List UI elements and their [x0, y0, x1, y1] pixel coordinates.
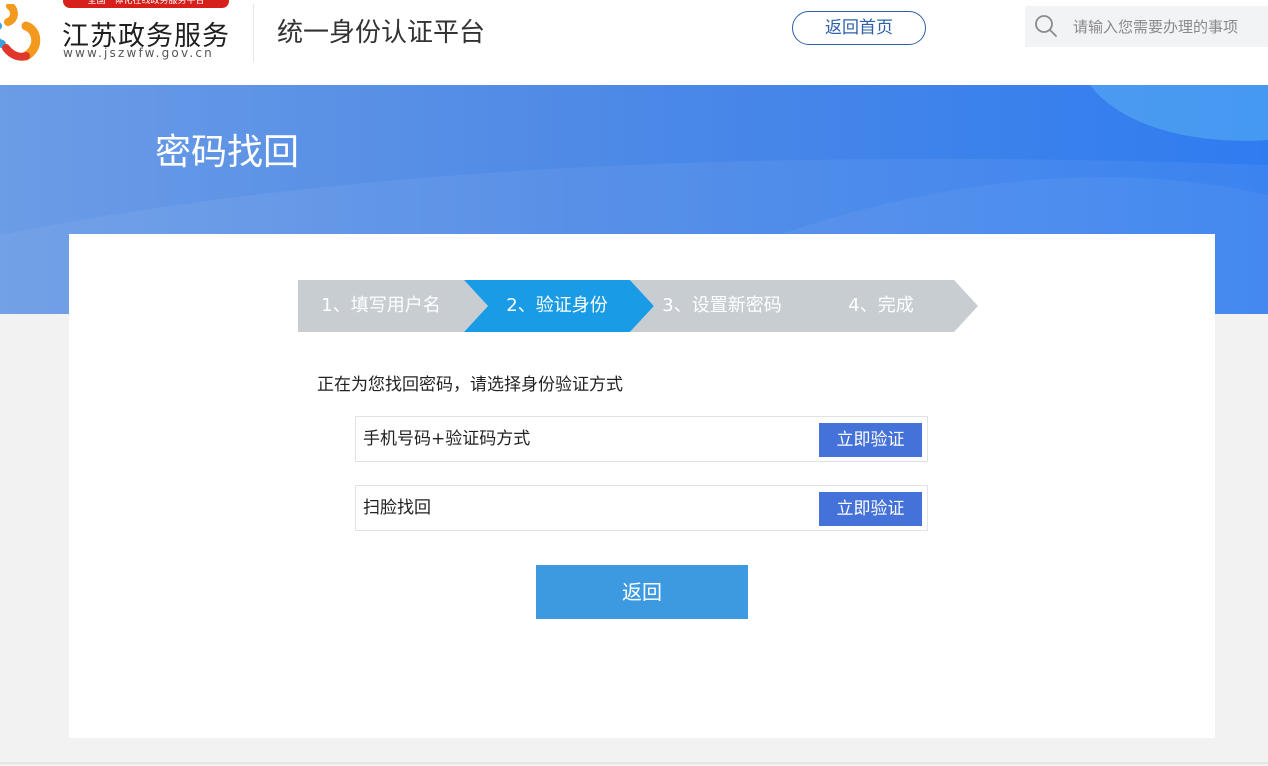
top-header: 全国一体化在线政务服务平台 江苏政务服务 www.jszwfw.gov.cn 统… — [0, 0, 1268, 85]
search-input[interactable] — [1073, 6, 1268, 47]
step-2-label: 2、验证身份 — [506, 295, 608, 316]
footer-divider — [0, 762, 1268, 764]
page-title: 密码找回 — [155, 132, 300, 173]
search-box — [1025, 6, 1268, 47]
step-4: 4、完成 — [788, 280, 978, 332]
method-phone-label: 手机号码+验证码方式 — [363, 429, 531, 449]
method-face: 扫脸找回 立即验证 — [355, 485, 928, 531]
back-button[interactable]: 返回 — [536, 565, 748, 619]
method-phone: 手机号码+验证码方式 立即验证 — [355, 416, 928, 462]
step-4-label: 4、完成 — [848, 295, 914, 316]
step-progress: 1、填写用户名 2、验证身份 3、设置新密码 4、完成 — [298, 280, 978, 332]
recovery-card: 1、填写用户名 2、验证身份 3、设置新密码 4、完成 正在为您找回密码，请选择… — [69, 234, 1215, 738]
step-1-label: 1、填写用户名 — [321, 295, 441, 316]
logo-slogan: 全国一体化在线政务服务平台 — [63, 0, 229, 8]
header-divider — [253, 4, 254, 62]
verification-prompt: 正在为您找回密码，请选择身份验证方式 — [317, 375, 623, 395]
home-button[interactable]: 返回首页 — [792, 11, 926, 45]
search-icon[interactable] — [1033, 13, 1059, 39]
method-face-label: 扫脸找回 — [363, 498, 431, 518]
step-3-label: 3、设置新密码 — [662, 295, 782, 316]
step-1: 1、填写用户名 — [298, 280, 488, 332]
step-2: 2、验证身份 — [464, 280, 654, 332]
platform-title: 统一身份认证平台 — [277, 18, 486, 48]
verify-face-button[interactable]: 立即验证 — [819, 492, 922, 526]
logo-icon — [0, 4, 41, 61]
verify-phone-button[interactable]: 立即验证 — [819, 423, 922, 457]
logo-url: www.jszwfw.gov.cn — [63, 46, 214, 60]
